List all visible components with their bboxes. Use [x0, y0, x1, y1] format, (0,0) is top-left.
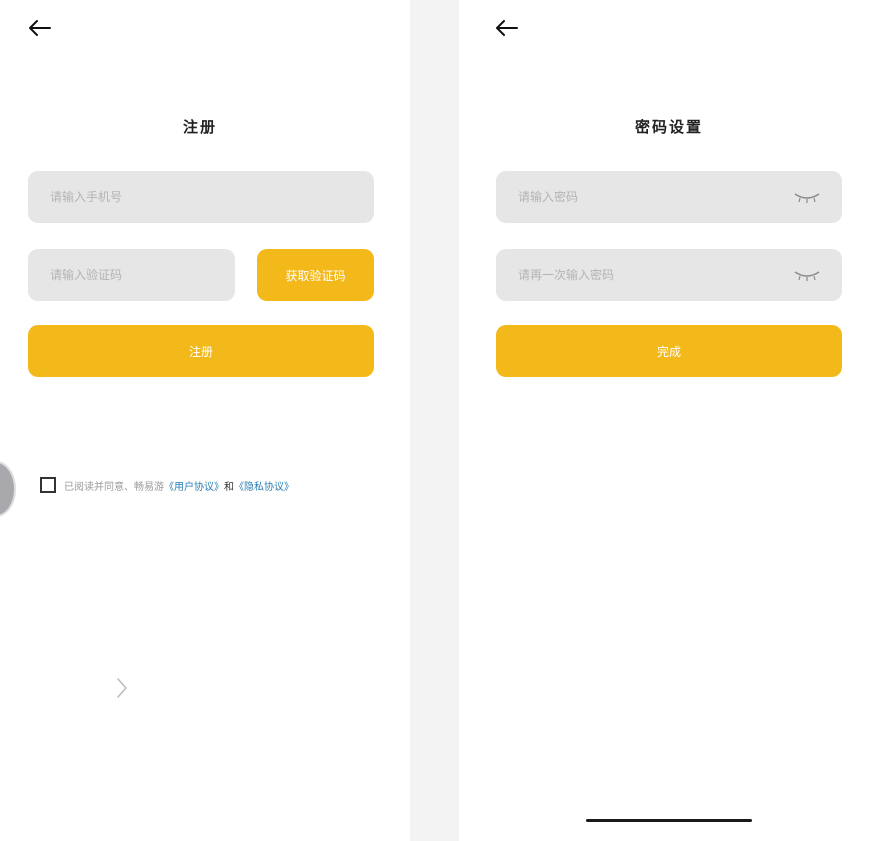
back-arrow-icon[interactable] [26, 14, 54, 42]
done-button[interactable]: 完成 [496, 325, 842, 377]
agreement-checkbox[interactable] [40, 477, 56, 493]
code-input[interactable] [48, 267, 235, 283]
page-title: 注册 [182, 118, 217, 136]
chevron-right-icon[interactable] [114, 676, 130, 700]
password-screen: 密码设置 完成 [459, 0, 881, 841]
phone-input[interactable] [48, 189, 374, 205]
privacy-policy-link[interactable]: 《隐私协议》 [234, 478, 294, 493]
agreement-prefix: 已阅读并同意、畅易游 [64, 481, 164, 493]
eye-closed-icon[interactable] [792, 189, 822, 205]
home-indicator [586, 819, 752, 822]
register-screen: 注册 获取验证码 注册 已阅读并同意、畅易游 《用户协议》 和 《隐私协议》 [0, 0, 410, 841]
get-code-button[interactable]: 获取验证码 [257, 249, 374, 301]
eye-closed-icon[interactable] [792, 267, 822, 283]
back-arrow-icon[interactable] [493, 14, 521, 42]
agreement-row: 已阅读并同意、畅易游 《用户协议》 和 《隐私协议》 [40, 477, 294, 493]
page-title: 密码设置 [634, 118, 703, 136]
user-agreement-link[interactable]: 《用户协议》 [164, 478, 224, 493]
floating-circle[interactable] [0, 463, 14, 515]
code-field[interactable] [28, 249, 235, 301]
password-field[interactable] [496, 171, 842, 223]
register-button[interactable]: 注册 [28, 325, 374, 377]
agreement-and: 和 [224, 481, 234, 493]
confirm-password-field[interactable] [496, 249, 842, 301]
phone-field[interactable] [28, 171, 374, 223]
